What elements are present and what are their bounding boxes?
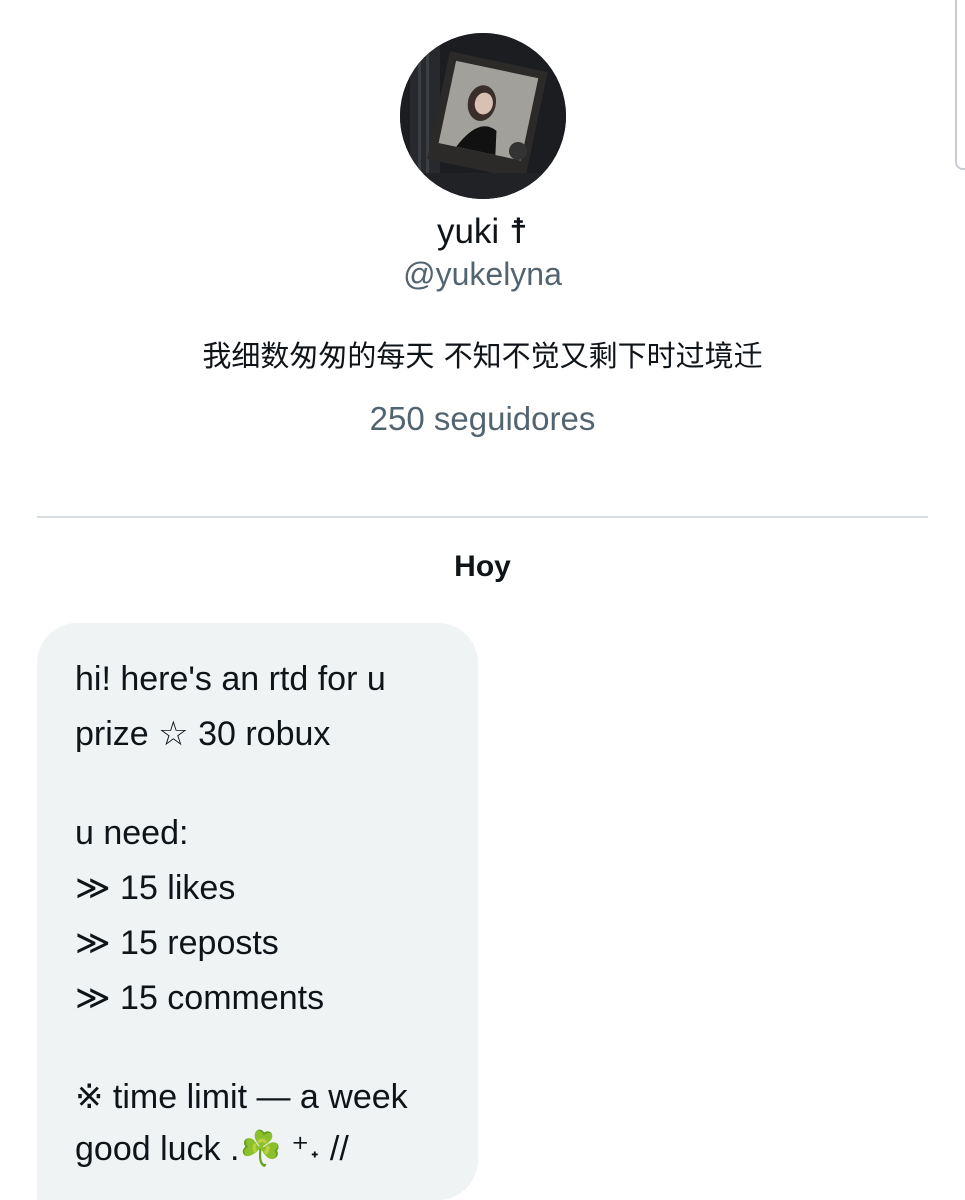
profile-handle[interactable]: @yukelyna [0,256,965,293]
avatar-photo-icon [400,33,566,199]
section-divider [37,516,928,518]
message-line: hi! here's an rtd for u [75,660,386,698]
message-line: u need: [75,814,189,852]
conversation-date-label: Hoy [454,550,511,583]
scrollbar-thumb[interactable] [955,0,965,170]
message-line: good luck .☘️ ⁺˖ // [75,1130,349,1168]
message-line: prize ☆ 30 robux [75,715,331,753]
profile-display-name: yuki ☨ [436,212,529,251]
message-line: ≫ 15 comments [75,979,325,1017]
profile-bio: 我细数匆匆的每天 不知不觉又剩下时过境迁 [202,339,763,373]
profile-avatar[interactable] [400,33,566,199]
message-line: ※ time limit — a week [75,1078,408,1116]
message-line: ≫ 15 likes [75,869,236,907]
followers-count[interactable]: 250 seguidores [0,400,965,438]
message-line: ≫ 15 reposts [75,924,279,962]
